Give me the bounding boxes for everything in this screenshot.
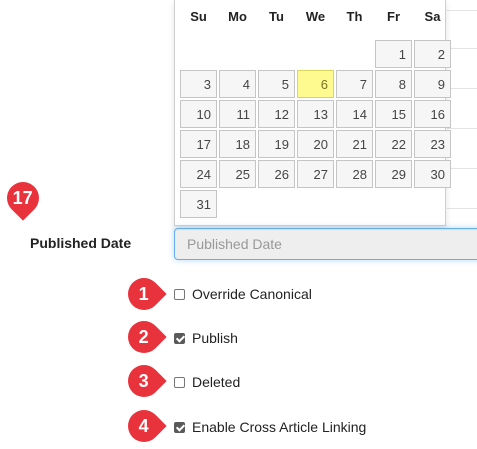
weekday-label: Fr [387, 9, 400, 24]
calendar-day[interactable]: 25 [219, 160, 256, 188]
published-date-input[interactable] [174, 228, 477, 260]
override-canonical-checkbox[interactable] [174, 288, 185, 300]
calendar-day-today[interactable]: 6 [297, 70, 334, 98]
calendar-day[interactable]: 10 [180, 100, 217, 128]
annotation-marker: 2 [121, 314, 167, 360]
cross-article-linking-row[interactable]: Enable Cross Article Linking [174, 418, 366, 436]
calendar-day[interactable]: 13 [297, 100, 334, 128]
calendar-day[interactable]: 12 [258, 100, 295, 128]
weekday-label: Tu [269, 9, 284, 24]
calendar-day[interactable]: 23 [414, 130, 451, 158]
calendar-day[interactable]: 3 [180, 70, 217, 98]
deleted-label: Deleted [192, 374, 241, 390]
calendar-day[interactable]: 29 [375, 160, 412, 188]
override-canonical-label: Override Canonical [192, 286, 312, 302]
calendar-day[interactable]: 27 [297, 160, 334, 188]
weekday-label: Sa [424, 9, 441, 24]
annotation-marker: 3 [121, 358, 167, 404]
calendar-day[interactable]: 5 [258, 70, 295, 98]
weekday-label: Th [346, 9, 363, 24]
annotation-marker: 17 [0, 175, 46, 221]
calendar-day[interactable]: 30 [414, 160, 451, 188]
weekday-label: Su [190, 9, 207, 24]
calendar-day[interactable]: 24 [180, 160, 217, 188]
calendar-day[interactable]: 28 [336, 160, 373, 188]
published-date-label: Published Date [30, 235, 132, 251]
calendar-day[interactable]: 15 [375, 100, 412, 128]
weekday-header: Su Mo Tu We Th Fr Sa [179, 8, 452, 26]
annotation-marker-number: 2 [138, 326, 150, 347]
annotation-marker-number: 17 [12, 187, 34, 208]
publish-row[interactable]: Publish [174, 329, 238, 347]
cross-article-linking-checkbox[interactable] [174, 421, 185, 433]
calendar-day[interactable]: 9 [414, 70, 451, 98]
calendar-day[interactable]: 19 [258, 130, 295, 158]
override-canonical-row[interactable]: Override Canonical [174, 285, 312, 303]
calendar-day[interactable]: 1 [375, 40, 412, 68]
calendar-day[interactable]: 18 [219, 130, 256, 158]
calendar-day[interactable]: 26 [258, 160, 295, 188]
calendar-day[interactable]: 2 [414, 40, 451, 68]
calendar-day[interactable]: 17 [180, 130, 217, 158]
datepicker-popup: Su Mo Tu We Th Fr Sa 1 2 3 4 5 6 7 8 9 10 11 12 13 14… [174, 0, 451, 226]
deleted-checkbox[interactable] [174, 376, 185, 388]
calendar-day[interactable]: 4 [219, 70, 256, 98]
calendar-day[interactable]: 8 [375, 70, 412, 98]
annotation-marker: 1 [121, 271, 167, 317]
annotation-marker-number: 1 [138, 283, 150, 304]
calendar-day[interactable]: 31 [180, 190, 217, 218]
weekday-label: Mo [228, 9, 247, 24]
calendar-day[interactable]: 11 [219, 100, 256, 128]
publish-checkbox[interactable] [174, 332, 185, 344]
calendar-day[interactable]: 16 [414, 100, 451, 128]
calendar-day[interactable]: 21 [336, 130, 373, 158]
annotation-marker-number: 3 [138, 370, 150, 391]
publish-label: Publish [192, 330, 238, 346]
calendar-day[interactable]: 14 [336, 100, 373, 128]
calendar-day[interactable]: 20 [297, 130, 334, 158]
deleted-row[interactable]: Deleted [174, 373, 240, 391]
annotation-marker-number: 4 [138, 415, 150, 436]
weekday-label: We [305, 9, 326, 24]
calendar-day[interactable]: 7 [336, 70, 373, 98]
calendar-day[interactable]: 22 [375, 130, 412, 158]
calendar-day-grid: 1 2 3 4 5 6 7 8 9 10 11 12 13 14 15 16 17 18 19 20 21 22 23 24 2… [179, 39, 452, 219]
cross-article-linking-label: Enable Cross Article Linking [192, 419, 367, 435]
